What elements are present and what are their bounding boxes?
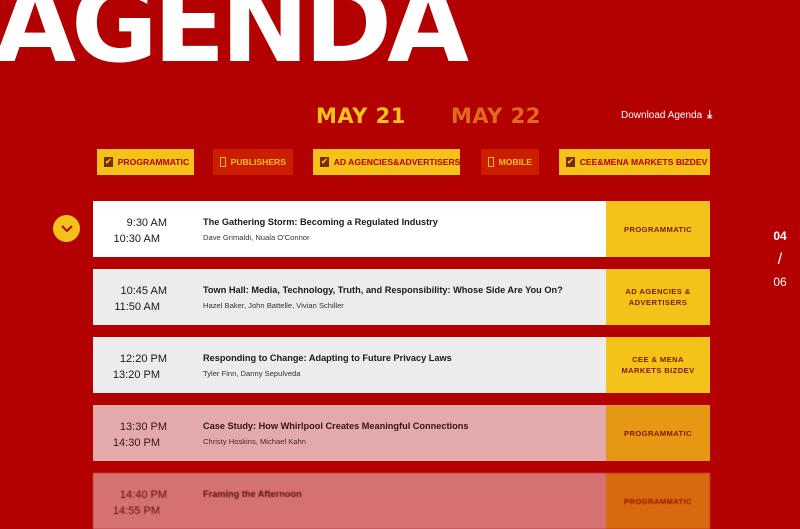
filter-mobile[interactable]: MOBILE [481, 149, 539, 175]
filter-label: MOBILE [498, 157, 532, 167]
session-title: Framing the Afternoon [203, 489, 302, 499]
session-end-time: 10:30 AM [113, 233, 160, 245]
session-title: The Gathering Storm: Becoming a Regulate… [203, 217, 438, 227]
checkbox-unchecked-icon [220, 157, 226, 167]
session-title: Case Study: How Whirlpool Creates Meanin… [203, 421, 469, 431]
filter-label: PUBLISHERS [230, 157, 286, 167]
session-speakers: Christy Hoskins, Michael Kahn [203, 437, 306, 446]
session-start-time: 10:45 AM [120, 285, 167, 297]
filter-label: CEE&MENA MARKETS BIZDEV [579, 157, 708, 167]
checkbox-checked-icon: ✔ [320, 157, 329, 167]
session-track-badge: PROGRAMMATIC [606, 405, 710, 461]
slide-pager: 04 / 06 [771, 229, 789, 289]
session-track-badge: AD AGENCIES & ADVERTISERS [606, 269, 710, 325]
session-row[interactable]: 14:40 PM 14:55 PM Framing the Afternoon … [93, 473, 710, 529]
pager-total: 06 [773, 275, 787, 289]
filter-label: PROGRAMMATIC [117, 157, 190, 167]
session-end-time: 13:20 PM [112, 369, 160, 381]
session-start-time: 9:30 AM [126, 217, 167, 229]
session-row[interactable]: 13:30 PM 14:30 PM Case Study: How Whirlp… [93, 405, 710, 461]
checkbox-checked-icon: ✔ [104, 157, 113, 167]
filter-ad-agencies-advertisers[interactable]: ✔ AD AGENCIES&ADVERTISERS [313, 149, 460, 175]
session-start-time: 14:40 PM [119, 489, 167, 501]
pager-current: 04 [773, 229, 787, 243]
session-track-badge: PROGRAMMATIC [606, 473, 710, 529]
session-speakers: Hazel Baker, John Battelle, Vivian Schil… [203, 301, 344, 310]
filter-cee-mena-markets-bizdev[interactable]: ✔ CEE&MENA MARKETS BIZDEV [559, 149, 710, 175]
pager-separator: / [777, 251, 783, 268]
chevron-down-icon [60, 224, 73, 232]
session-end-time: 14:55 PM [112, 505, 160, 517]
download-icon: ⤓ [707, 109, 713, 121]
session-title: Town Hall: Media, Technology, Truth, and… [203, 285, 563, 295]
tab-may-22[interactable]: MAY 22 [451, 104, 541, 128]
page-title: AGENDA [0, 0, 469, 86]
filter-publishers[interactable]: PUBLISHERS [213, 149, 293, 175]
tab-may-21[interactable]: MAY 21 [316, 104, 406, 128]
session-title: Responding to Change: Adapting to Future… [203, 353, 452, 363]
session-row[interactable]: 12:20 PM 13:20 PM Responding to Change: … [93, 337, 710, 393]
session-speakers: Dave Grimaldi, Nuala O'Connor [203, 233, 310, 242]
filter-label: AD AGENCIES&ADVERTISERS [333, 157, 461, 167]
session-speakers: Tyler Finn, Danny Sepulveda [203, 369, 301, 378]
checkbox-unchecked-icon [488, 157, 494, 167]
session-row[interactable]: 10:45 AM 11:50 AM Town Hall: Media, Tech… [93, 269, 710, 325]
session-end-time: 11:50 AM [114, 301, 160, 313]
filter-programmatic[interactable]: ✔ PROGRAMMATIC [97, 149, 194, 175]
session-row[interactable]: 9:30 AM 10:30 AM The Gathering Storm: Be… [93, 201, 710, 257]
session-end-time: 14:30 PM [112, 437, 160, 449]
download-agenda-link[interactable]: Download Agenda ⤓ [621, 109, 713, 122]
session-track-badge: CEE & MENA MARKETS BIZDEV [606, 337, 710, 393]
checkbox-checked-icon: ✔ [566, 157, 575, 167]
download-agenda-label: Download Agenda [621, 110, 703, 121]
session-start-time: 12:20 PM [119, 353, 167, 365]
scroll-down-button[interactable] [53, 215, 80, 242]
session-track-badge: PROGRAMMATIC [606, 201, 710, 257]
session-start-time: 13:30 PM [119, 421, 167, 433]
